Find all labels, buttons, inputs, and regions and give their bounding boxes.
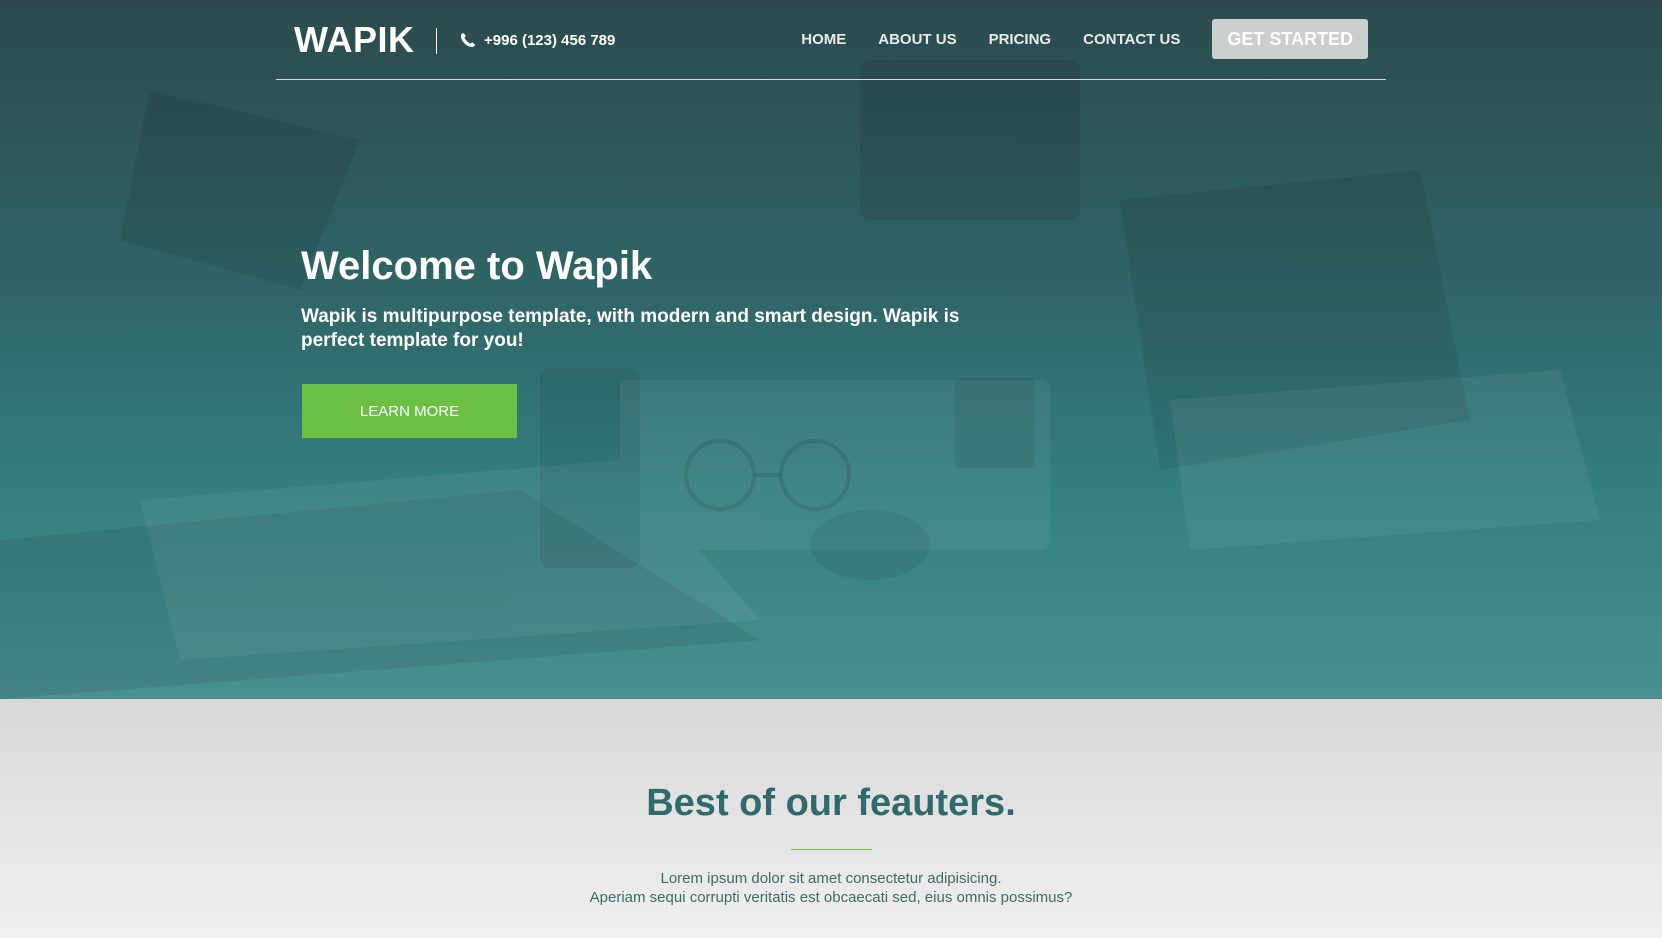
features-description: Lorem ipsum dolor sit amet consectetur a… <box>0 869 1662 907</box>
get-started-button[interactable]: GET STARTED <box>1212 19 1368 59</box>
nav-home[interactable]: HOME <box>801 31 846 48</box>
hero-title: Welcome to Wapik <box>301 244 653 288</box>
nav-contact-us[interactable]: CONTACT US <box>1083 31 1180 48</box>
nav-about-us[interactable]: ABOUT US <box>878 31 956 48</box>
features-divider <box>791 849 872 850</box>
phone-number: +996 (123) 456 789 <box>484 31 616 49</box>
nav-pricing[interactable]: PRICING <box>989 31 1052 48</box>
header-divider <box>436 28 437 54</box>
features-text-line-2: Aperiam sequi corrupti veritatis est obc… <box>589 889 1073 906</box>
learn-more-button[interactable]: LEARN MORE <box>302 384 517 438</box>
phone-contact[interactable]: +996 (123) 456 789 <box>460 29 615 51</box>
hero-subtitle: Wapik is multipurpose template, with mod… <box>301 306 960 351</box>
phone-icon <box>461 33 475 47</box>
site-logo[interactable]: WAPIK <box>294 18 415 62</box>
hero-section: WAPIK +996 (123) 456 789 HOME ABOUT US P… <box>0 0 1662 699</box>
features-text-line-1: Lorem ipsum dolor sit amet consectetur a… <box>660 870 1002 887</box>
main-nav: HOME ABOUT US PRICING CONTACT US GET STA… <box>801 19 1368 59</box>
features-title: Best of our feauters. <box>646 782 1016 824</box>
features-section: Best of our feauters. Lorem ipsum dolor … <box>0 699 1662 938</box>
site-header: WAPIK +996 (123) 456 789 HOME ABOUT US P… <box>276 0 1386 80</box>
